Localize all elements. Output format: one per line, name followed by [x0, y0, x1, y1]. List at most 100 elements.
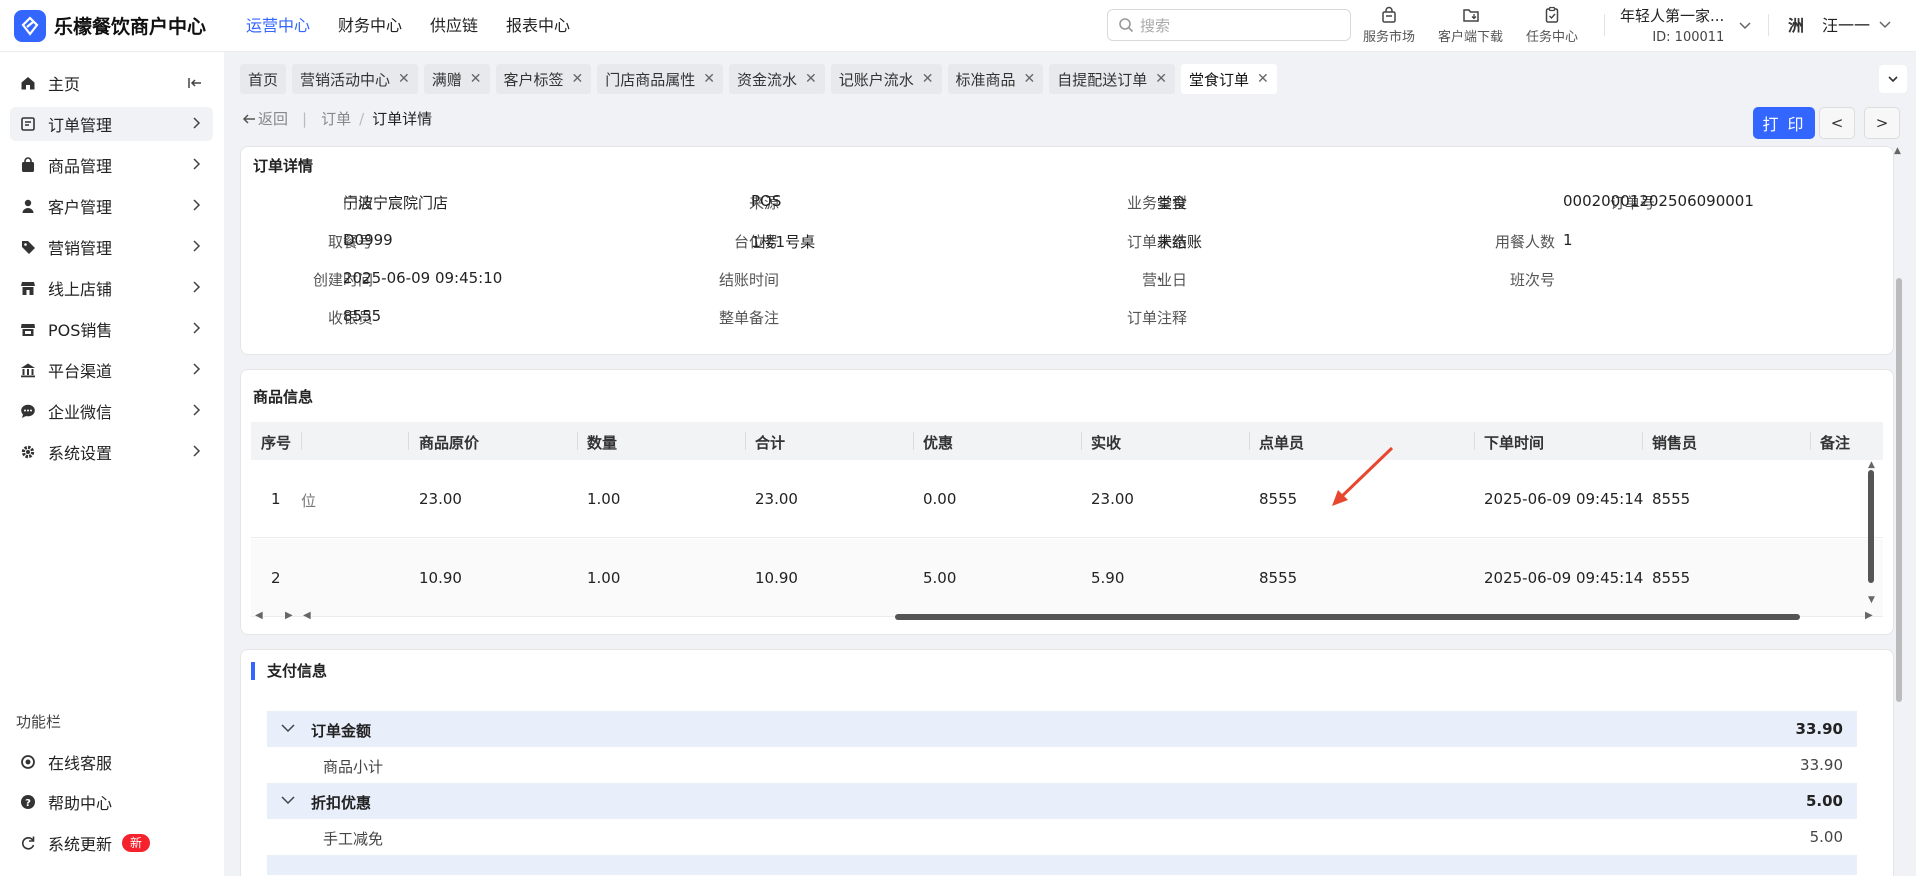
- scroll-left-icon[interactable]: ◀: [255, 610, 263, 621]
- breadcrumb-parent[interactable]: 订单: [321, 108, 351, 129]
- client-download-button[interactable]: 客户端下载: [1438, 6, 1503, 45]
- service-market-label: 服务市场: [1363, 30, 1416, 45]
- topnav-supply-chain[interactable]: 供应链: [416, 0, 492, 52]
- logo[interactable]: 乐檬餐饮商户中心: [0, 9, 232, 42]
- column-divider: [1642, 432, 1643, 450]
- close-icon[interactable]: ✕: [470, 71, 482, 87]
- sidebar-item-wecom[interactable]: 企业微信: [10, 394, 213, 428]
- sidebar-item-help-center[interactable]: ? 帮助中心: [10, 785, 213, 819]
- tab-home[interactable]: 首页: [240, 64, 287, 94]
- tab-pickup-delivery-orders[interactable]: 自提配送订单 ✕: [1049, 64, 1176, 94]
- field-value: 未结账: [1157, 233, 1203, 251]
- cell-quantity: 1.00: [587, 490, 621, 508]
- chevron-down-icon[interactable]: [1738, 18, 1752, 32]
- sidebar-item-system-update[interactable]: 系统更新 新: [10, 826, 213, 860]
- field-value: 1: [1563, 231, 1573, 249]
- user-menu[interactable]: 洲 汪一一: [1788, 12, 1892, 36]
- sidebar-item-pos-sales[interactable]: POS销售: [10, 312, 213, 346]
- sidebar-item-platform-channels[interactable]: 平台渠道: [10, 353, 213, 387]
- sidebar-item-label: 平台渠道: [48, 362, 113, 381]
- tab-customer-tags[interactable]: 客户标签 ✕: [495, 64, 592, 94]
- sidebar-item-orders[interactable]: 订单管理: [10, 107, 213, 141]
- topnav-reports[interactable]: 报表中心: [492, 0, 584, 52]
- tab-label: 记账户流水: [838, 70, 914, 89]
- scroll-right-icon[interactable]: ▶: [1865, 610, 1873, 621]
- tab-fund-flow[interactable]: 资金流水 ✕: [729, 64, 825, 94]
- close-icon[interactable]: ✕: [398, 71, 410, 87]
- breadcrumb: 返回 | 订单 / 订单详情: [242, 108, 432, 129]
- account-switcher[interactable]: 年轻人第一家... ID: 100011: [1620, 5, 1724, 45]
- tab-full-gift[interactable]: 满赠 ✕: [423, 64, 490, 94]
- table-vertical-scrollbar[interactable]: [1868, 470, 1874, 583]
- close-icon[interactable]: ✕: [805, 71, 817, 87]
- sidebar-item-label: 帮助中心: [48, 794, 113, 813]
- field-value: 00020001202506090001: [1563, 192, 1754, 210]
- headset-icon: [18, 752, 38, 772]
- sidebar-item-customers[interactable]: 客户管理: [10, 189, 213, 223]
- sidebar-item-home[interactable]: 主页: [10, 66, 213, 100]
- sidebar-item-label: 企业微信: [48, 403, 113, 422]
- table-row[interactable]: 2 10.90 1.00 10.90 5.00 5.90 8555 2025-0…: [251, 539, 1883, 617]
- cell-order-taker: 8555: [1259, 490, 1298, 508]
- field-value: 8555: [343, 307, 382, 325]
- topnav-operations[interactable]: 运营中心: [232, 0, 324, 52]
- service-market-button[interactable]: 服务市场: [1363, 6, 1415, 45]
- payment-group-discount[interactable]: 折扣优惠 5.00: [267, 783, 1857, 819]
- payment-group-order-amount[interactable]: 订单金额 33.90: [267, 711, 1857, 747]
- function-bar-title: 功能栏: [16, 713, 62, 731]
- next-button[interactable]: >: [1864, 107, 1900, 139]
- cell-received: 5.90: [1091, 569, 1125, 587]
- payment-group-amount: 5.00: [1805, 792, 1843, 810]
- page-tabs: 首页 营销活动中心 ✕ 满赠 ✕ 客户标签 ✕ 门店商品属性 ✕ 资金流水 ✕ 记账户流水…: [240, 64, 1283, 94]
- chevron-down-icon[interactable]: [281, 794, 295, 806]
- sidebar-item-label: POS销售: [48, 321, 113, 340]
- sidebar-item-marketing[interactable]: 营销管理: [10, 230, 213, 264]
- scroll-right-icon[interactable]: ▶: [285, 610, 293, 621]
- chevron-right-icon: [193, 322, 201, 334]
- sidebar-item-settings[interactable]: 系统设置: [10, 435, 213, 469]
- tabs-more-button[interactable]: [1879, 65, 1907, 93]
- task-center-button[interactable]: 任务中心: [1526, 6, 1578, 45]
- topnav-finance[interactable]: 财务中心: [324, 0, 416, 52]
- tab-store-goods-attributes[interactable]: 门店商品属性 ✕: [597, 64, 724, 94]
- breadcrumb-separator: /: [359, 109, 365, 128]
- chevron-right-icon: [193, 363, 201, 375]
- close-icon[interactable]: ✕: [1155, 71, 1167, 87]
- column-header: 实收: [1091, 434, 1122, 452]
- scroll-thumb[interactable]: [895, 614, 1800, 620]
- scroll-down-icon[interactable]: ▼: [1868, 595, 1875, 605]
- close-icon[interactable]: ✕: [572, 71, 584, 87]
- close-icon[interactable]: ✕: [922, 71, 934, 87]
- scroll-up-icon[interactable]: ▲: [1868, 460, 1875, 470]
- sidebar-item-online-service[interactable]: 在线客服: [10, 745, 213, 779]
- cell-received: 23.00: [1091, 490, 1134, 508]
- back-link[interactable]: 返回: [242, 108, 288, 129]
- tab-account-flow[interactable]: 记账户流水 ✕: [830, 64, 942, 94]
- page-vertical-scrollbar[interactable]: [1896, 278, 1902, 702]
- shopping-bag-icon: [1382, 6, 1396, 23]
- tab-dine-in-orders[interactable]: 堂食订单 ✕: [1181, 64, 1277, 94]
- close-icon[interactable]: ✕: [1257, 71, 1269, 87]
- close-icon[interactable]: ✕: [703, 71, 715, 87]
- scroll-left-icon[interactable]: ◀: [303, 610, 311, 621]
- print-button[interactable]: 打 印: [1753, 107, 1815, 139]
- goods-card: 商品信息 序号 商品原价 数量 合计 优惠 实收 点单员 下单时间 销售员 备注…: [240, 369, 1894, 635]
- sidebar-item-online-store[interactable]: 线上店铺: [10, 271, 213, 305]
- field-label: 营业日: [1141, 271, 1187, 289]
- table-horizontal-scrollbar[interactable]: ◀ ▶ ◀ ▶: [251, 610, 1883, 624]
- collapse-sidebar-icon[interactable]: [187, 75, 203, 91]
- search-input[interactable]: 搜索: [1107, 9, 1351, 41]
- table-row[interactable]: 1 位 23.00 1.00 23.00 0.00 23.00 8555 202…: [251, 460, 1883, 538]
- prev-button[interactable]: <: [1819, 107, 1855, 139]
- tab-label: 标准商品: [955, 70, 1016, 89]
- chevron-right-icon: [193, 158, 201, 170]
- sidebar-item-goods[interactable]: 商品管理: [10, 148, 213, 182]
- tab-marketing-center[interactable]: 营销活动中心 ✕: [292, 64, 418, 94]
- chevron-down-icon[interactable]: [281, 722, 295, 734]
- scroll-up-icon[interactable]: ▲: [1894, 146, 1901, 156]
- tab-standard-goods[interactable]: 标准商品 ✕: [947, 64, 1044, 94]
- close-icon[interactable]: ✕: [1024, 71, 1036, 87]
- refresh-icon: [18, 833, 38, 853]
- tab-label: 门店商品属性: [605, 70, 696, 89]
- payment-group-next: [267, 855, 1857, 875]
